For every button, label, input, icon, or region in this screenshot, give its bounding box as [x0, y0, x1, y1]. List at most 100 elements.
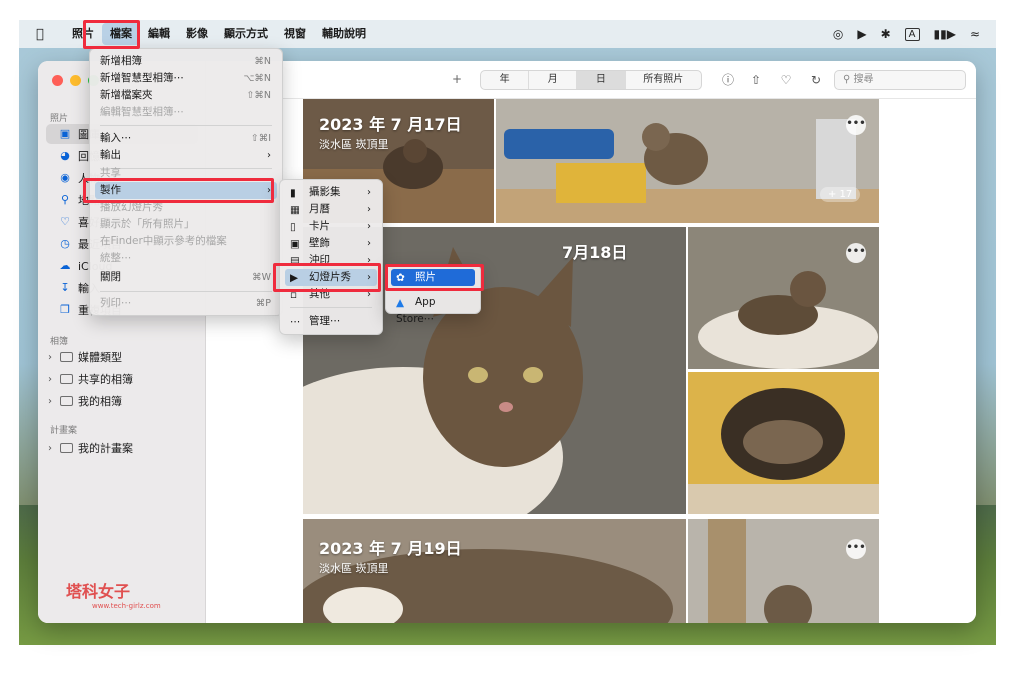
photo-image — [688, 372, 879, 514]
airplay-icon[interactable]: ◎ — [833, 27, 843, 41]
more-options-icon[interactable]: ••• — [846, 539, 866, 559]
toolbar: + 年 月 日 所有照片 ⓘ ⇧ ♡ ↻ ⚲ 搜尋 — [206, 61, 976, 99]
sidebar-section-projects: 計畫案 — [50, 426, 78, 436]
sidebar-section-photos: 照片 — [50, 114, 69, 124]
menu-view[interactable]: 顯示方式 — [216, 23, 276, 45]
play-icon[interactable]: ▶ — [857, 27, 866, 41]
tab-days[interactable]: 日 — [577, 71, 626, 89]
menu-item-consolidate: 統整⋯ — [100, 252, 132, 264]
folder-icon — [60, 396, 73, 406]
clock-icon: ◷ — [60, 237, 70, 250]
share-icon[interactable]: ⇧ — [748, 72, 764, 88]
day-title: 2023 年 7 月17日 — [319, 115, 462, 134]
apple-icon[interactable]:  — [36, 27, 52, 42]
menu-separator — [100, 125, 272, 126]
highlight-create-item — [83, 178, 274, 203]
sidebar-album-media-types[interactable]: › 媒體類型 — [46, 347, 198, 367]
menu-item-export[interactable]: 輸出 › — [95, 147, 277, 164]
minimize-button[interactable] — [70, 75, 81, 86]
menu-item-app-store[interactable]: ▲ App Store⋯ — [391, 294, 475, 325]
photos-icon: ▣ — [59, 127, 71, 140]
cloud-icon: ☁ — [59, 259, 71, 272]
places-icon: ⚲ — [60, 193, 70, 206]
photo-cat-desk[interactable] — [496, 99, 879, 223]
calendar-icon: ▦ — [290, 204, 300, 216]
rotate-icon[interactable]: ↻ — [808, 72, 824, 88]
photo-image — [688, 519, 879, 623]
menu-item-card[interactable]: ▯ 卡片 › — [285, 218, 377, 235]
memories-icon: ◕ — [60, 149, 70, 162]
tab-all-photos[interactable]: 所有照片 — [626, 71, 701, 89]
photo-image — [496, 99, 879, 223]
highlight-file-menu — [83, 20, 140, 49]
card-icon: ▯ — [290, 221, 296, 233]
menu-item-new-album[interactable]: 新增相簿 ⌘N — [95, 53, 277, 70]
day-location: 淡水區 崁頂里 — [319, 562, 389, 575]
highlight-photos-item — [385, 264, 484, 291]
heart-icon: ♡ — [60, 215, 70, 228]
menu-item-manage[interactable]: ⋯ 管理⋯ — [285, 313, 377, 330]
search-input[interactable]: ⚲ 搜尋 — [834, 70, 966, 90]
menu-separator — [100, 291, 272, 292]
sidebar-section-albums: 相簿 — [50, 337, 69, 347]
menu-item-new-folder[interactable]: 新增檔案夾 ⇧⌘N — [95, 87, 277, 104]
battery-icon[interactable]: ▮▮▶ — [934, 27, 956, 41]
chevron-right-icon[interactable]: › — [48, 374, 58, 385]
menu-item-print: 列印⋯ ⌘P — [100, 297, 271, 309]
chevron-right-icon: › — [267, 150, 271, 161]
photo-cat-box[interactable] — [688, 372, 879, 514]
close-button[interactable] — [52, 75, 63, 86]
menu-item-show-in-finder: 在Finder中顯示參考的檔案 — [100, 235, 227, 247]
folder-icon — [60, 352, 73, 362]
more-options-icon[interactable]: ••• — [846, 115, 866, 135]
menu-item-wall-decor[interactable]: ▣ 壁飾 › — [285, 235, 377, 252]
sidebar-project-mine[interactable]: › 我的計畫案 — [46, 438, 198, 458]
day-title: 7月18日 — [562, 243, 628, 262]
chevron-right-icon[interactable]: › — [48, 352, 58, 363]
more-options-icon[interactable]: ••• — [846, 243, 866, 263]
menu-item-new-smart-album[interactable]: 新增智慧型相簿⋯ ⌥⌘N — [95, 70, 277, 87]
sidebar-album-mine[interactable]: › 我的相簿 — [46, 391, 198, 411]
chevron-right-icon[interactable]: › — [48, 396, 58, 407]
menu-edit[interactable]: 編輯 — [140, 23, 178, 45]
create-submenu: ▮ 攝影集 › ▦ 月曆 › ▯ 卡片 › ▣ 壁飾 › ▤ 沖印 › ▶ 幻燈片秀 › ▫ 其他 › ⋯ 管… — [279, 179, 383, 335]
menu-item-import[interactable]: 輸入⋯ ⇧⌘I — [95, 130, 277, 147]
book-icon: ▮ — [290, 187, 296, 199]
menu-separator — [290, 307, 372, 308]
app-store-icon: ▲ — [396, 297, 405, 309]
sidebar-album-shared[interactable]: › 共享的相簿 — [46, 369, 198, 389]
status-area: ◎ ▶ ✱ A ▮▮▶ ≈ — [833, 20, 980, 48]
chevron-right-icon: › — [367, 187, 371, 198]
folder-icon — [60, 443, 73, 453]
highlight-slideshow-item — [273, 263, 381, 292]
people-icon: ◉ — [60, 171, 70, 184]
watermark-logo: 塔科女子 www.tech-girlz.com — [66, 582, 161, 610]
chevron-right-icon[interactable]: › — [48, 443, 58, 454]
wifi-icon[interactable]: ≈ — [970, 27, 980, 41]
menu-item-edit-smart-album: 編輯智慧型相簿⋯ — [100, 106, 184, 118]
info-icon[interactable]: ⓘ — [720, 72, 736, 88]
more-count-badge[interactable]: + 17 — [820, 187, 861, 202]
menu-item-close[interactable]: 關閉 ⌘W — [95, 269, 277, 286]
input-icon[interactable]: A — [904, 27, 920, 41]
menu-image[interactable]: 影像 — [178, 23, 216, 45]
heart-icon[interactable]: ♡ — [778, 72, 794, 88]
import-icon: ↧ — [60, 281, 70, 294]
view-segmented-control: 年 月 日 所有照片 — [480, 70, 702, 90]
search-icon: ⚲ — [843, 74, 854, 85]
photo-cat-tower[interactable] — [688, 519, 879, 623]
chevron-right-icon: › — [367, 221, 371, 232]
chevron-right-icon: › — [367, 204, 371, 215]
menu-item-book[interactable]: ▮ 攝影集 › — [285, 184, 377, 201]
bluetooth-icon[interactable]: ✱ — [881, 27, 891, 41]
menu-window[interactable]: 視窗 — [276, 23, 314, 45]
folder-icon — [60, 374, 73, 384]
menu-item-calendar[interactable]: ▦ 月曆 › — [285, 201, 377, 218]
add-icon[interactable]: + — [452, 72, 462, 86]
day-location: 淡水區 崁頂里 — [319, 138, 389, 151]
photo-grid: 2023 年 7 月17日 淡水區 崁頂里 ••• + 17 7月18日 •••… — [206, 99, 976, 623]
menu-help[interactable]: 輔助說明 — [314, 23, 374, 45]
duplicate-icon: ❐ — [60, 303, 70, 316]
tab-months[interactable]: 月 — [529, 71, 578, 89]
tab-years[interactable]: 年 — [481, 71, 530, 89]
